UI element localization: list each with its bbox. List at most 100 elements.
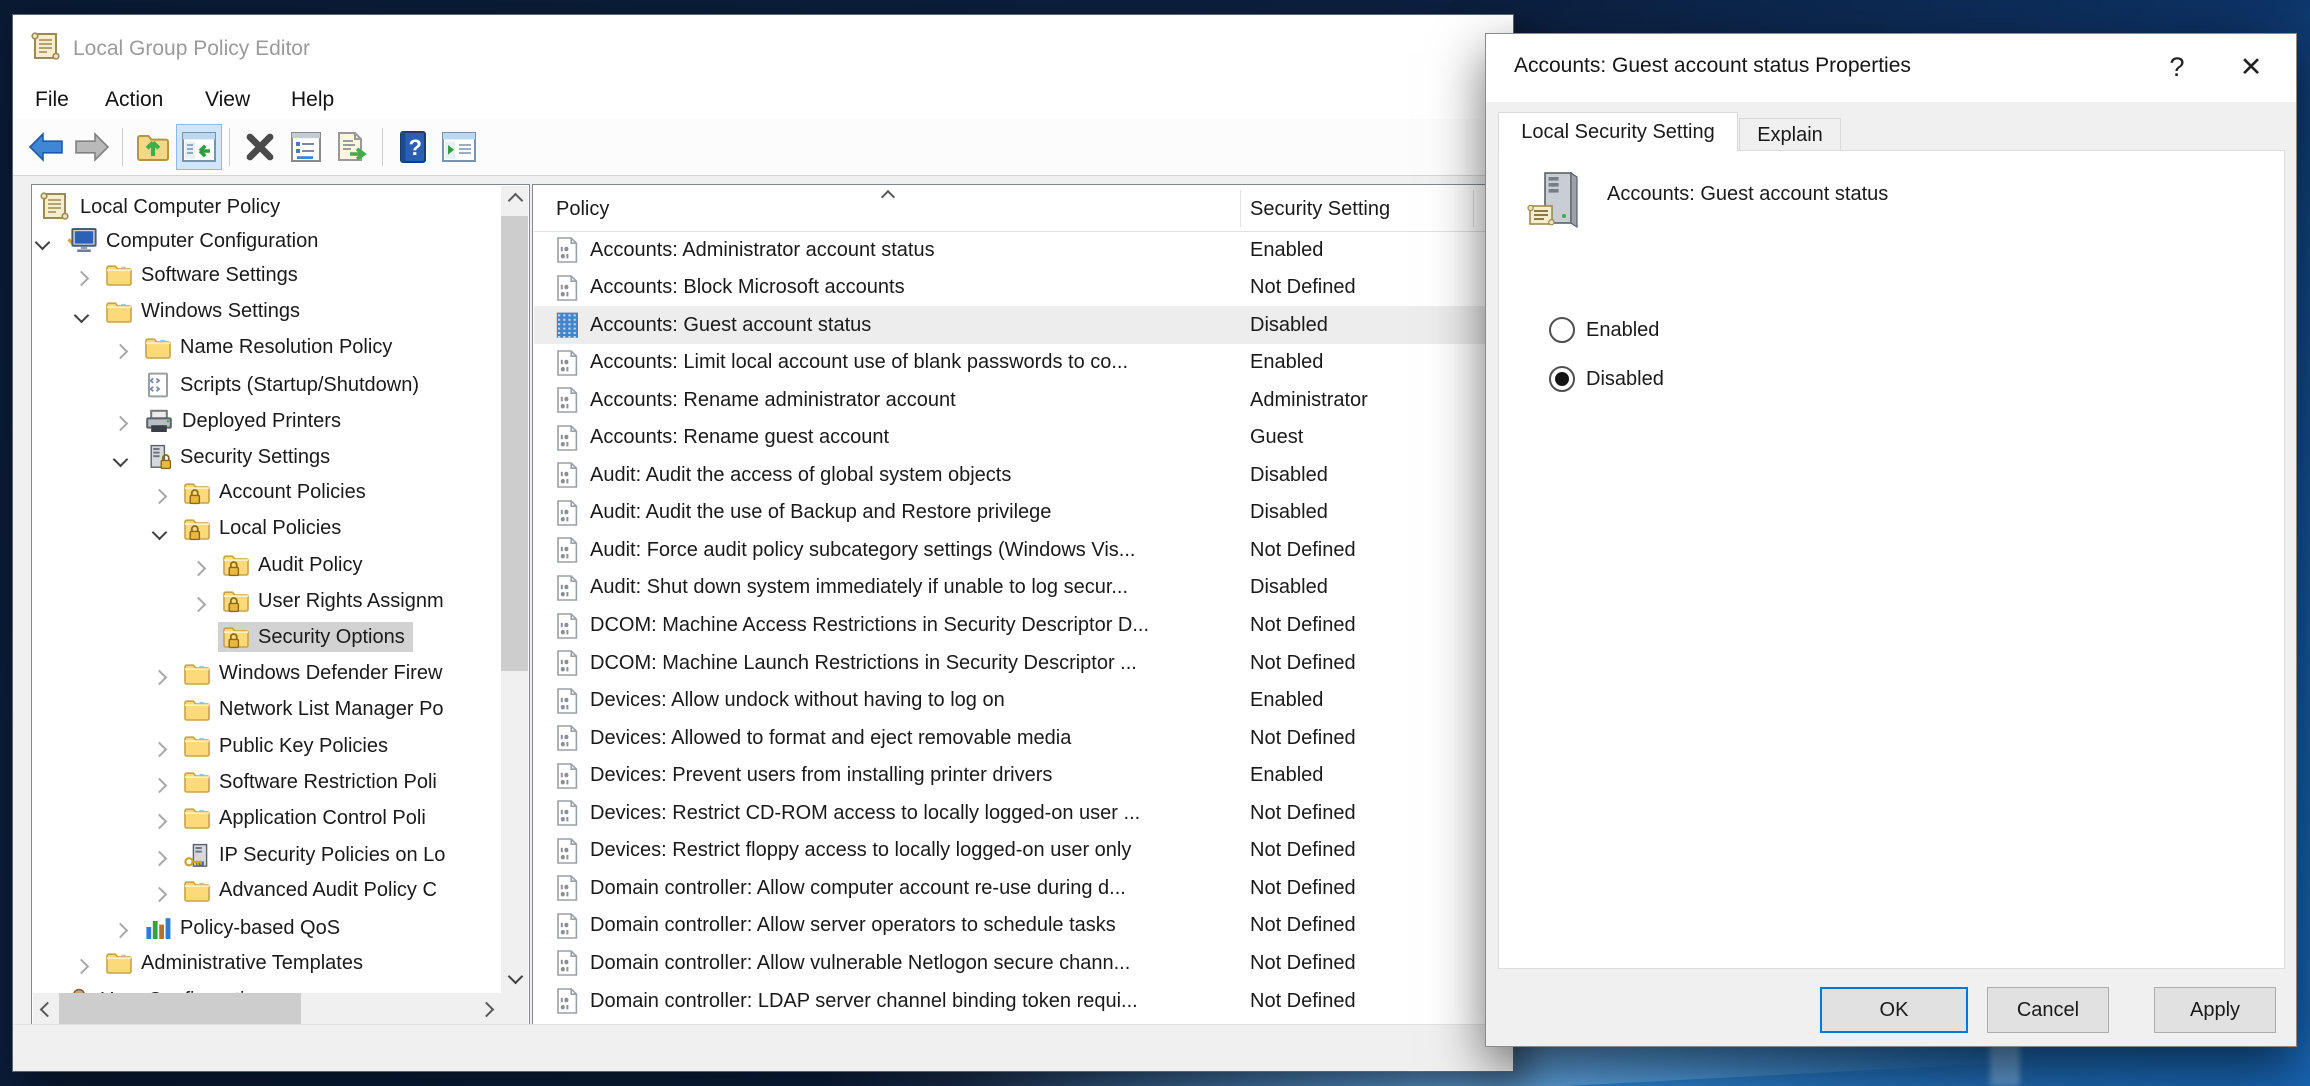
tree-item-local-policies[interactable]: Local Policies xyxy=(33,514,501,550)
policy-row-devices-restrict-floppy-access-to-locally-logged-on-user-only[interactable]: Devices: Restrict floppy access to local… xyxy=(534,832,1511,870)
column-divider[interactable] xyxy=(1473,190,1474,227)
column-divider[interactable] xyxy=(1240,190,1241,227)
policy-row-accounts-block-microsoft-accounts[interactable]: Accounts: Block Microsoft accountsNot De… xyxy=(534,269,1511,307)
console-tree-button[interactable] xyxy=(176,124,222,170)
menu-action[interactable]: Action xyxy=(105,88,163,112)
expand-chevron-icon[interactable] xyxy=(113,416,129,432)
scroll-up-icon[interactable] xyxy=(508,193,524,209)
expand-chevron-icon[interactable] xyxy=(113,923,129,939)
back-arrow-button[interactable] xyxy=(23,124,69,170)
policy-row-dcom-machine-access-restrictions-in-security-descriptor-d[interactable]: DCOM: Machine Access Restrictions in Sec… xyxy=(534,607,1511,645)
policy-row-accounts-rename-administrator-account[interactable]: Accounts: Rename administrator accountAd… xyxy=(534,381,1511,419)
policy-row-devices-allow-undock-without-having-to-log-on[interactable]: Devices: Allow undock without having to … xyxy=(534,682,1511,720)
collapse-chevron-icon[interactable] xyxy=(35,235,51,251)
tree-item-public-key-policies[interactable]: Public Key Policies xyxy=(33,731,501,767)
tree-item-security-options[interactable]: Security Options xyxy=(33,622,501,658)
tree-item-ip-security-policies-on-lo[interactable]: IP Security Policies on Lo xyxy=(33,840,501,876)
tree-item-application-control-poli[interactable]: Application Control Poli xyxy=(33,803,501,839)
tree-horizontal-scrollbar[interactable] xyxy=(33,993,501,1025)
tree-item-software-settings[interactable]: Software Settings xyxy=(33,260,501,296)
tree-item-name-resolution-policy[interactable]: Name Resolution Policy xyxy=(33,333,501,369)
tree-item-deployed-printers[interactable]: Deployed Printers xyxy=(33,405,501,441)
policy-row-domain-controller-allow-server-operators-to-schedule-tasks[interactable]: Domain controller: Allow server operator… xyxy=(534,907,1511,945)
expand-chevron-icon[interactable] xyxy=(152,778,168,794)
policy-row-audit-audit-the-use-of-backup-and-restore-privilege[interactable]: Audit: Audit the use of Backup and Resto… xyxy=(534,494,1511,532)
help-question-icon[interactable]: ? xyxy=(2154,46,2200,88)
expand-chevron-icon[interactable] xyxy=(152,850,168,866)
tree-vertical-scrollbar[interactable] xyxy=(501,186,528,993)
policy-row-domain-controller-allow-vulnerable-netlogon-secure-chann[interactable]: Domain controller: Allow vulnerable Netl… xyxy=(534,944,1511,982)
tab-local-security-setting[interactable]: Local Security Setting xyxy=(1498,112,1738,151)
tree-item-windows-defender-firew[interactable]: Windows Defender Firew xyxy=(33,659,501,695)
tree-item-windows-settings[interactable]: Windows Settings xyxy=(33,297,501,333)
scrollbar-thumb[interactable] xyxy=(501,216,528,671)
close-icon[interactable]: ✕ xyxy=(2228,46,2274,88)
tree-item-advanced-audit-policy-c[interactable]: Advanced Audit Policy C xyxy=(33,876,501,912)
scroll-down-icon[interactable] xyxy=(508,969,524,985)
collapse-chevron-icon[interactable] xyxy=(74,307,90,323)
scroll-right-icon[interactable] xyxy=(479,1002,495,1018)
expand-chevron-icon[interactable] xyxy=(113,344,129,360)
policy-row-accounts-rename-guest-account[interactable]: Accounts: Rename guest accountGuest xyxy=(534,419,1511,457)
delete-x-button[interactable] xyxy=(237,124,283,170)
tree-item-computer-configuration[interactable]: Computer Configuration xyxy=(33,224,501,260)
column-header-security-setting[interactable]: Security Setting xyxy=(1250,198,1390,221)
radio-circle-checked-icon[interactable] xyxy=(1549,366,1575,392)
up-folder-button[interactable] xyxy=(130,124,176,170)
policy-row-audit-shut-down-system-immediately-if-unable-to-log-secur[interactable]: Audit: Shut down system immediately if u… xyxy=(534,569,1511,607)
policy-row-accounts-administrator-account-status[interactable]: Accounts: Administrator account statusEn… xyxy=(534,231,1511,269)
menu-file[interactable]: File xyxy=(35,88,69,112)
policy-row-dcom-machine-launch-restrictions-in-security-descriptor[interactable]: DCOM: Machine Launch Restrictions in Sec… xyxy=(534,644,1511,682)
expand-chevron-icon[interactable] xyxy=(74,271,90,287)
expand-chevron-icon[interactable] xyxy=(152,488,168,504)
policy-row-audit-audit-the-access-of-global-system-objects[interactable]: Audit: Audit the access of global system… xyxy=(534,456,1511,494)
collapse-chevron-icon[interactable] xyxy=(113,452,129,468)
radio-disabled[interactable]: Disabled xyxy=(1549,366,1664,392)
collapse-chevron-icon[interactable] xyxy=(152,525,168,541)
expand-chevron-icon[interactable] xyxy=(191,561,207,577)
expand-chevron-icon[interactable] xyxy=(152,814,168,830)
policy-row-accounts-limit-local-account-use-of-blank-passwords-to-co[interactable]: Accounts: Limit local account use of bla… xyxy=(534,344,1511,382)
tree-item-audit-policy[interactable]: Audit Policy xyxy=(33,550,501,586)
policy-row-domain-controller-ldap-server-channel-binding-token-requi[interactable]: Domain controller: LDAP server channel b… xyxy=(534,982,1511,1020)
gpedit-titlebar[interactable]: Local Group Policy Editor xyxy=(13,15,1513,85)
policy-row-audit-force-audit-policy-subcategory-settings-windows-vis[interactable]: Audit: Force audit policy subcategory se… xyxy=(534,531,1511,569)
menu-view[interactable]: View xyxy=(205,88,250,112)
expand-chevron-icon[interactable] xyxy=(74,959,90,975)
properties-window-button[interactable] xyxy=(283,124,329,170)
policy-row-devices-restrict-cd-rom-access-to-locally-logged-on-user[interactable]: Devices: Restrict CD-ROM access to local… xyxy=(534,794,1511,832)
tab-explain[interactable]: Explain xyxy=(1739,118,1841,151)
scrollbar-thumb[interactable] xyxy=(59,993,301,1025)
expand-chevron-icon[interactable] xyxy=(152,887,168,903)
tree-item-software-restriction-poli[interactable]: Software Restriction Poli xyxy=(33,767,501,803)
apply-button[interactable]: Apply xyxy=(2154,987,2276,1033)
radio-circle-icon[interactable] xyxy=(1549,317,1575,343)
tree-item-user-configuration[interactable]: User Configuration xyxy=(33,984,501,993)
dialog-titlebar[interactable]: Accounts: Guest account status Propertie… xyxy=(1486,34,2296,102)
tree-item-account-policies[interactable]: Account Policies xyxy=(33,478,501,514)
expand-chevron-icon[interactable] xyxy=(152,742,168,758)
scroll-left-icon[interactable] xyxy=(40,1002,56,1018)
radio-enabled[interactable]: Enabled xyxy=(1549,317,1659,343)
policy-row-domain-controller-allow-computer-account-re-use-during-d[interactable]: Domain controller: Allow computer accoun… xyxy=(534,869,1511,907)
column-header-policy[interactable]: Policy xyxy=(556,198,609,221)
tree-item-local-computer-policy[interactable]: Local Computer Policy xyxy=(33,188,501,224)
tree-item-user-rights-assignm[interactable]: User Rights Assignm xyxy=(33,586,501,622)
help-book-button[interactable]: ? xyxy=(390,124,436,170)
ok-button[interactable]: OK xyxy=(1820,987,1968,1033)
menu-help[interactable]: Help xyxy=(291,88,334,112)
cancel-button[interactable]: Cancel xyxy=(1987,987,2109,1033)
tree-item-administrative-templates[interactable]: Administrative Templates xyxy=(33,948,501,984)
export-list-button[interactable] xyxy=(329,124,375,170)
tree-item-security-settings[interactable]: Security Settings xyxy=(33,441,501,477)
policy-row-accounts-guest-account-status[interactable]: Accounts: Guest account statusDisabled xyxy=(534,306,1511,344)
forward-arrow-button[interactable] xyxy=(69,124,115,170)
policy-row-devices-allowed-to-format-and-eject-removable-media[interactable]: Devices: Allowed to format and eject rem… xyxy=(534,719,1511,757)
new-window-button[interactable] xyxy=(436,124,482,170)
tree-item-network-list-manager-po[interactable]: Network List Manager Po xyxy=(33,695,501,731)
expand-chevron-icon[interactable] xyxy=(191,597,207,613)
tree-item-scripts-startup-shutdown[interactable]: Scripts (Startup/Shutdown) xyxy=(33,369,501,405)
expand-chevron-icon[interactable] xyxy=(152,669,168,685)
policy-row-devices-prevent-users-from-installing-printer-drivers[interactable]: Devices: Prevent users from installing p… xyxy=(534,757,1511,795)
tree-item-policy-based-qos[interactable]: Policy-based QoS xyxy=(33,912,501,948)
